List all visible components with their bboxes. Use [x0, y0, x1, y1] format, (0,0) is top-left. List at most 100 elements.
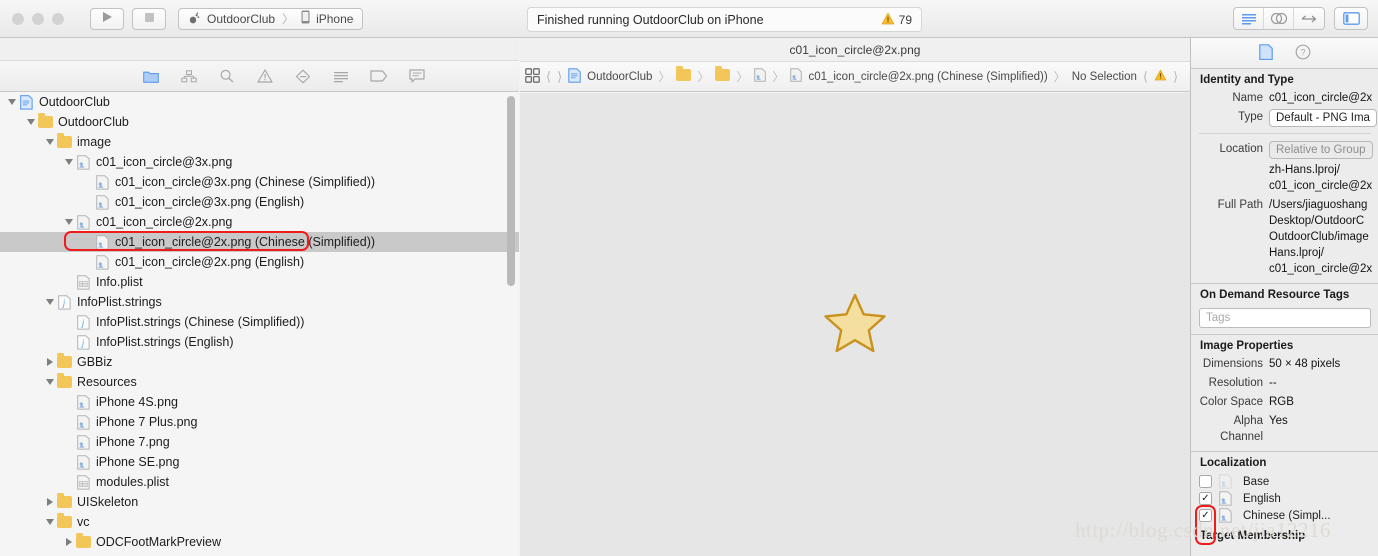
project-navigator-icon[interactable] — [142, 67, 160, 85]
jumpbar-forward-icon[interactable]: ⟩ — [557, 69, 562, 85]
issue-next-icon[interactable]: ⟩ — [1173, 69, 1178, 85]
tree-row[interactable]: Info.plist — [0, 272, 519, 292]
tree-row[interactable]: vc — [0, 512, 519, 532]
quick-help-icon[interactable]: ? — [1295, 44, 1311, 63]
tree-row[interactable]: c01_icon_circle@2x.png — [0, 212, 519, 232]
zoom-window-button[interactable] — [52, 12, 64, 25]
breadcrumb-folder-icon-2[interactable] — [715, 66, 731, 84]
disclosure-triangle[interactable] — [44, 372, 56, 392]
location-select[interactable]: Relative to Group — [1269, 141, 1373, 159]
breakpoint-navigator-icon[interactable] — [370, 67, 388, 85]
jumpbar-back-icon[interactable]: ⟨ — [546, 69, 551, 85]
disclosure-triangle[interactable] — [82, 252, 94, 272]
test-navigator-icon[interactable] — [294, 67, 312, 85]
tree-row[interactable]: UISkeleton — [0, 492, 519, 512]
report-navigator-icon[interactable] — [408, 67, 426, 85]
tree-row[interactable]: iPhone 7 Plus.png — [0, 412, 519, 432]
disclosure-triangle[interactable] — [6, 92, 18, 112]
disclosure-triangle[interactable] — [63, 532, 75, 552]
breadcrumb-image-icon-1[interactable] — [754, 68, 767, 85]
tree-row[interactable]: c01_icon_circle@3x.png (Chinese (Simplif… — [0, 172, 519, 192]
tree-row-label: UISkeleton — [77, 495, 139, 509]
disclosure-triangle[interactable] — [63, 332, 75, 352]
disclosure-triangle[interactable] — [44, 352, 56, 372]
jumpbar-warning-triangle-icon[interactable] — [1154, 69, 1167, 84]
breadcrumb-folder-icon-1[interactable] — [676, 66, 692, 84]
breadcrumb-image-icon-2[interactable] — [790, 68, 803, 85]
disclosure-triangle[interactable] — [63, 392, 75, 412]
find-navigator-icon[interactable] — [218, 67, 236, 85]
disclosure-triangle[interactable] — [63, 432, 75, 452]
debug-navigator-icon[interactable] — [332, 67, 350, 85]
disclosure-triangle[interactable] — [82, 232, 94, 252]
disclosure-triangle[interactable] — [63, 412, 75, 432]
strings-file-icon: j — [56, 294, 73, 310]
scheme-selector[interactable]: OutdoorClub 〉 iPhone — [178, 7, 364, 30]
inspector-toggle-icon[interactable] — [1335, 8, 1367, 29]
localization-checkbox[interactable] — [1199, 475, 1212, 488]
tree-row[interactable]: iPhone 4S.png — [0, 392, 519, 412]
minimize-window-button[interactable] — [32, 12, 44, 25]
tree-row[interactable]: Resources — [0, 372, 519, 392]
tree-row[interactable]: iPhone 7.png — [0, 432, 519, 452]
disclosure-triangle[interactable] — [63, 452, 75, 472]
tree-row[interactable]: image — [0, 132, 519, 152]
image-property-value: Yes — [1269, 415, 1288, 427]
localization-checkbox[interactable]: ✓ — [1199, 492, 1212, 505]
disclosure-triangle[interactable] — [82, 192, 94, 212]
stop-button[interactable] — [132, 7, 166, 30]
tree-row[interactable]: modules.plist — [0, 472, 519, 492]
project-navigator: OutdoorClub OutdoorClub image c01_icon_circ… — [0, 38, 519, 556]
disclosure-triangle[interactable] — [44, 132, 56, 152]
close-window-button[interactable] — [12, 12, 24, 25]
type-select[interactable]: Default - PNG Ima — [1269, 109, 1377, 127]
file-tree[interactable]: OutdoorClub OutdoorClub image c01_icon_circ… — [0, 92, 519, 556]
tree-row[interactable]: j InfoPlist.strings (Chinese (Simplified)… — [0, 312, 519, 332]
disclosure-triangle[interactable] — [82, 172, 94, 192]
name-value[interactable]: c01_icon_circle@2x — [1269, 90, 1372, 106]
disclosure-triangle[interactable] — [63, 312, 75, 332]
run-button[interactable] — [90, 7, 124, 30]
disclosure-triangle[interactable] — [63, 212, 75, 232]
disclosure-triangle[interactable] — [44, 512, 56, 532]
editor-version-icon[interactable] — [1294, 8, 1324, 29]
location-path-row: zh-Hans.lproj/ c01_icon_circle@2x — [1191, 162, 1378, 194]
tree-row[interactable]: j InfoPlist.strings (English) — [0, 332, 519, 352]
editor-standard-icon[interactable] — [1234, 8, 1264, 29]
odr-tags-input[interactable]: Tags — [1199, 308, 1371, 328]
disclosure-triangle[interactable] — [44, 292, 56, 312]
breadcrumb-item-file[interactable]: c01_icon_circle@2x.png (Chinese (Simplif… — [808, 71, 1047, 83]
disclosure-triangle[interactable] — [63, 272, 75, 292]
related-items-icon[interactable] — [525, 67, 540, 86]
folder-icon — [56, 133, 73, 148]
tree-row[interactable]: c01_icon_circle@3x.png — [0, 152, 519, 172]
localization-row[interactable]: ✓ English — [1191, 490, 1378, 507]
tree-row[interactable]: c01_icon_circle@2x.png (Chinese (Simplif… — [0, 232, 519, 252]
localization-row[interactable]: Base — [1191, 473, 1378, 490]
issue-navigator-icon[interactable] — [256, 67, 274, 85]
localization-row[interactable]: ✓ Chinese (Simpl... — [1191, 507, 1378, 524]
disclosure-triangle[interactable] — [63, 152, 75, 172]
disclosure-triangle[interactable] — [25, 112, 37, 132]
tree-row[interactable]: iPhone SE.png — [0, 452, 519, 472]
issue-prev-icon[interactable]: ⟨ — [1143, 69, 1148, 85]
tree-row[interactable]: c01_icon_circle@2x.png (English) — [0, 252, 519, 272]
file-inspector-icon[interactable] — [1259, 43, 1273, 63]
localization-checkbox[interactable]: ✓ — [1199, 509, 1212, 522]
tree-row-label: image — [77, 135, 112, 149]
tree-row[interactable]: j InfoPlist.strings — [0, 292, 519, 312]
breadcrumb-item-project[interactable]: OutdoorClub — [587, 71, 652, 83]
tree-row[interactable]: OutdoorClub — [0, 92, 519, 112]
tree-row-label: ODCFootMarkPreview — [96, 535, 222, 549]
editor-assistant-icon[interactable] — [1264, 8, 1294, 29]
tree-row[interactable]: ODCFootMarkPreview — [0, 532, 519, 552]
tree-row[interactable]: GBBiz — [0, 352, 519, 372]
disclosure-triangle[interactable] — [63, 472, 75, 492]
navigator-scrollbar[interactable] — [507, 96, 515, 286]
warning-triangle-icon[interactable] — [881, 12, 895, 28]
source-control-navigator-icon[interactable] — [180, 67, 198, 85]
tree-row[interactable]: c01_icon_circle@3x.png (English) — [0, 192, 519, 212]
tree-row[interactable]: OutdoorClub — [0, 112, 519, 132]
disclosure-triangle[interactable] — [44, 492, 56, 512]
breadcrumb-item-selection[interactable]: No Selection — [1072, 71, 1137, 83]
